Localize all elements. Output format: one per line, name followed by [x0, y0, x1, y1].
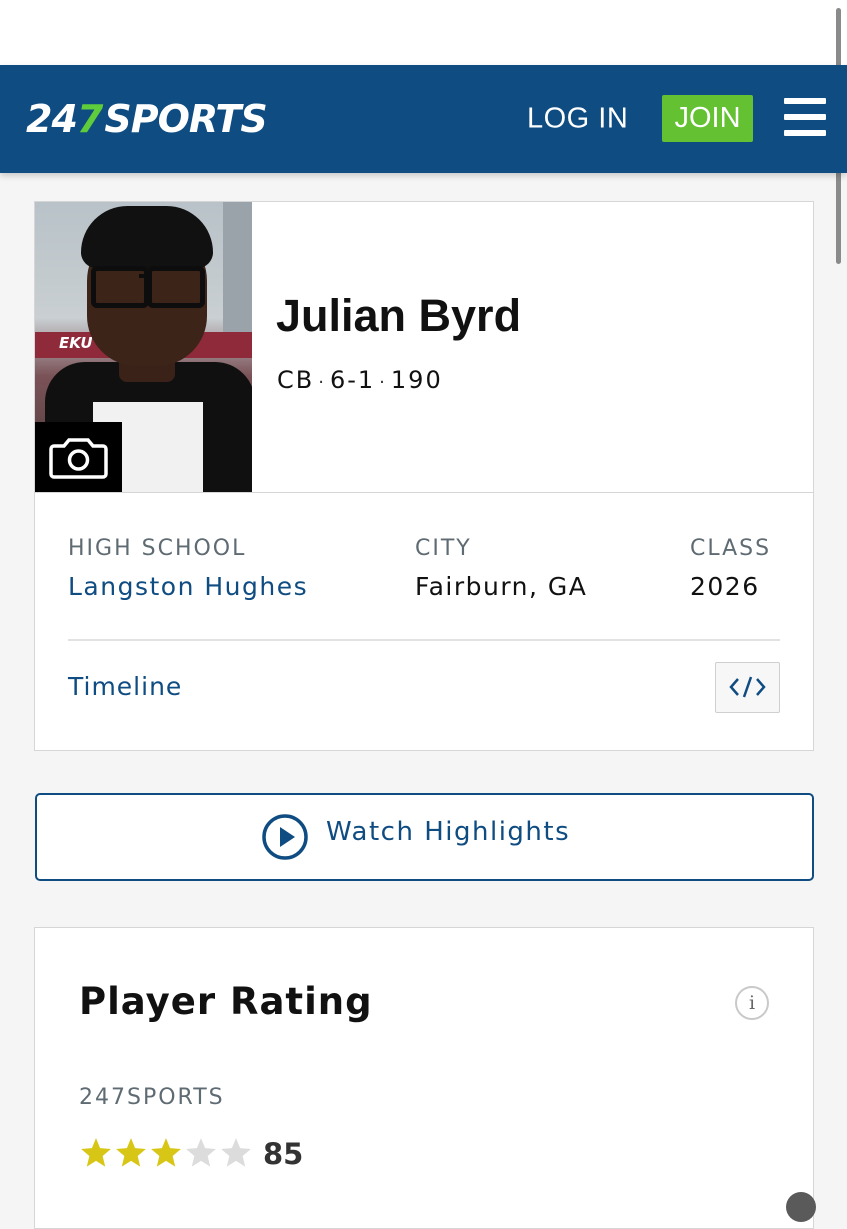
star-filled-icon [151, 1138, 181, 1167]
star-empty-icon [186, 1138, 216, 1167]
watch-highlights-label: Watch Highlights [326, 817, 571, 847]
divider [68, 639, 780, 641]
menu-icon[interactable] [784, 98, 826, 136]
player-rating-card: Player Rating i 247SPORTS 85 [34, 927, 814, 1229]
player-weight: 190 [390, 366, 443, 394]
star-empty-icon [221, 1138, 251, 1167]
timeline-link[interactable]: Timeline [68, 672, 182, 701]
site-logo[interactable]: 24 7 SPORTS [26, 93, 268, 145]
star-filled-icon [116, 1138, 146, 1167]
high-school-link[interactable]: Langston Hughes [68, 572, 308, 601]
play-icon [262, 814, 308, 860]
floating-button[interactable] [786, 1192, 816, 1222]
photo-stand-text: EKU [59, 334, 93, 352]
player-name: Julian Byrd [276, 290, 522, 341]
logo-number: 24 [26, 97, 78, 141]
class-value: 2026 [690, 572, 760, 601]
class-label: CLASS [690, 536, 772, 561]
login-link[interactable]: LOG IN [527, 103, 628, 136]
divider [35, 492, 813, 493]
high-school-label: HIGH SCHOOL [68, 536, 247, 561]
player-profile-card: EKU Julian Byrd CB · 6-1 · 190 HIGH SCHOOL L… [34, 201, 814, 751]
embed-code-button[interactable] [715, 662, 780, 713]
browser-top-area [0, 0, 847, 65]
join-button[interactable]: JOIN [662, 95, 753, 142]
logo-seven: 7 [76, 97, 103, 141]
code-icon [729, 676, 766, 698]
info-icon[interactable]: i [735, 986, 769, 1020]
player-height: 6-1 [329, 366, 376, 394]
star-filled-icon [81, 1138, 111, 1167]
player-position: CB [277, 366, 315, 394]
player-rating-title: Player Rating [79, 980, 373, 1023]
logo-word: SPORTS [104, 97, 267, 141]
city-value: Fairburn, GA [415, 572, 588, 601]
player-measurables: CB · 6-1 · 190 [277, 366, 443, 394]
rating-score: 85 [263, 1137, 304, 1171]
city-label: CITY [415, 536, 472, 561]
rating-source: 247SPORTS [79, 1085, 225, 1110]
player-photo[interactable]: EKU [35, 202, 252, 492]
camera-icon[interactable] [35, 422, 122, 492]
star-rating [79, 1133, 254, 1173]
watch-highlights-button[interactable]: Watch Highlights [35, 793, 814, 881]
